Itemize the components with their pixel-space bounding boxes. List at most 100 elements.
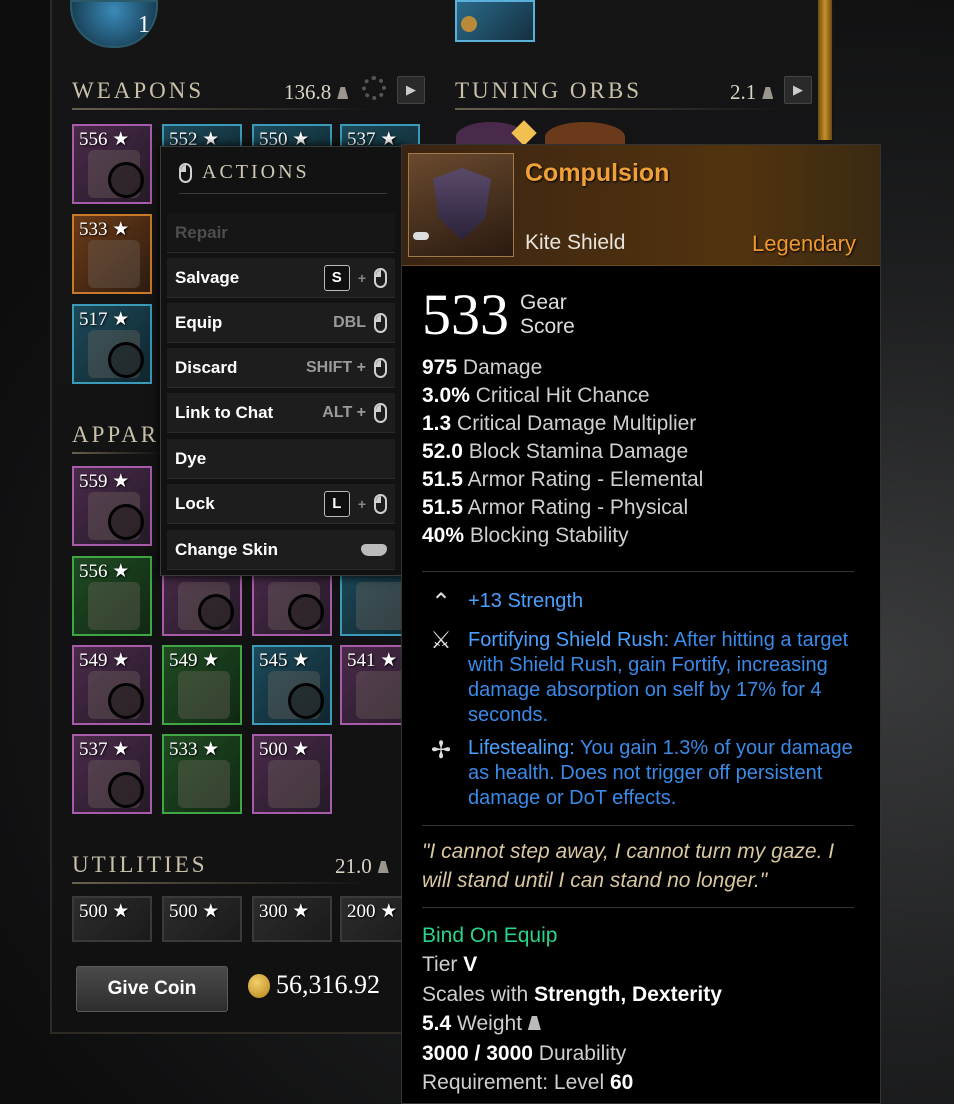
item-ring <box>108 683 144 719</box>
weapons-expand-button[interactable]: ▶ <box>397 76 425 104</box>
item-icon <box>408 153 514 257</box>
gear-score-value: 533 <box>422 282 509 347</box>
tuning-orbs-section-title: TUNING ORBS <box>455 78 642 103</box>
action-link-to-chat[interactable]: Link to Chat ALT + <box>167 393 395 433</box>
stat-row: 51.5 Armor Rating - Physical <box>422 496 688 520</box>
action-equip[interactable]: Equip DBL <box>167 303 395 343</box>
action-salvage[interactable]: Salvage S + <box>167 258 395 298</box>
gear-score: 556 ★ <box>79 129 130 150</box>
stat-value: 1.3 <box>422 412 452 435</box>
attribute-up-icon: ⌃ <box>430 588 452 616</box>
weight-label: Weight <box>457 1012 523 1035</box>
stat-row: 3.0% Critical Hit Chance <box>422 384 650 408</box>
weapon-tile-selected[interactable]: 533 ★ <box>72 214 152 294</box>
gear-score: 517 ★ <box>79 309 130 330</box>
plus-sign: + <box>357 269 366 286</box>
action-hint: ALT + <box>322 402 387 423</box>
stat-value: 40% <box>422 524 465 547</box>
weapons-section-title: WEAPONS <box>72 78 205 103</box>
give-coin-button[interactable]: Give Coin <box>76 966 228 1012</box>
action-label: Repair <box>175 222 228 242</box>
apparel-tile[interactable]: 556 ★ <box>72 556 152 636</box>
item-name: Compulsion <box>525 159 670 187</box>
stat-value: 51.5 <box>422 468 463 491</box>
apparel-tile[interactable]: 537 ★ <box>72 734 152 814</box>
scrollbar-rail[interactable] <box>818 0 832 140</box>
flavor-text: "I cannot step away, I cannot turn my ga… <box>422 840 835 892</box>
apparel-section-title: APPAR <box>72 422 160 447</box>
tooltip-divider <box>422 571 854 572</box>
action-label: Lock <box>175 493 215 513</box>
action-change-skin[interactable]: Change Skin <box>167 530 395 570</box>
apparel-tile[interactable]: 559 ★ <box>72 466 152 546</box>
key-s: S <box>323 264 350 291</box>
weight-icon <box>337 87 349 99</box>
weapons-weight-value: 136.8 <box>284 80 332 104</box>
durability-label: Durability <box>538 1042 627 1065</box>
tuning-orbs-underline <box>455 108 785 110</box>
durability-value: 3000 / 3000 <box>422 1042 533 1065</box>
action-dye[interactable]: Dye <box>167 439 395 479</box>
apparel-tile[interactable]: 545 ★ <box>252 645 332 725</box>
weapon-tile[interactable]: 556 ★ <box>72 124 152 204</box>
weapons-underline <box>72 108 372 110</box>
action-hint: SHIFT + <box>306 357 387 378</box>
durability-row: 3000 / 3000 Durability <box>422 1042 626 1066</box>
coin-balance: 56,316.92 <box>276 970 380 999</box>
gear-icon[interactable] <box>362 76 386 100</box>
action-lock[interactable]: Lock L + <box>167 484 395 524</box>
stat-label: Block Stamina Damage <box>468 440 689 463</box>
stat-label: Damage <box>462 356 543 379</box>
crossed-swords-icon: ⚔ <box>430 626 452 654</box>
perk-name: Fortifying Shield Rush: <box>468 629 670 651</box>
apparel-tile[interactable]: 549 ★ <box>72 645 152 725</box>
gear-score: 533 ★ <box>79 219 130 240</box>
gear-score-label-line: Score <box>520 315 575 338</box>
stat-label: Armor Rating - Elemental <box>467 468 704 491</box>
gear-score: 549 ★ <box>169 650 220 671</box>
action-label: Equip <box>175 312 223 332</box>
item-rarity: Legendary <box>752 231 856 256</box>
perk-name: Lifestealing: <box>468 737 575 759</box>
actions-divider <box>179 193 387 194</box>
coin-icon <box>248 974 270 998</box>
requirement-level: 60 <box>609 1071 634 1094</box>
gear-score: 559 ★ <box>79 471 130 492</box>
utility-tile[interactable]: 500 ★ <box>72 896 152 942</box>
locked-item-slot[interactable] <box>455 0 535 42</box>
apparel-underline <box>72 452 162 454</box>
utilities-weight-value: 21.0 <box>335 854 372 878</box>
stat-row: 40% Blocking Stability <box>422 524 629 548</box>
action-hint: S + <box>323 264 387 291</box>
apparel-tile[interactable]: 549 ★ <box>162 645 242 725</box>
utility-tile[interactable]: 500 ★ <box>162 896 242 942</box>
weapons-weight: 136.8 <box>284 80 349 105</box>
stat-row: 1.3 Critical Damage Multiplier <box>422 412 696 436</box>
weapon-tile[interactable]: 517 ★ <box>72 304 152 384</box>
potion-count: 1 <box>138 12 150 38</box>
tooltip-divider <box>422 907 854 908</box>
lock-icon <box>461 16 477 32</box>
utilities-underline <box>72 882 372 884</box>
shield-icon <box>433 168 491 240</box>
gear-score: 533 ★ <box>169 739 220 760</box>
utility-tile[interactable]: 300 ★ <box>252 896 332 942</box>
apparel-tile[interactable]: 533 ★ <box>162 734 242 814</box>
hint-text: ALT + <box>322 403 366 421</box>
gear-score: 545 ★ <box>259 650 310 671</box>
action-discard[interactable]: Discard SHIFT + <box>167 348 395 388</box>
mask-icon <box>413 232 429 240</box>
apparel-tile[interactable]: 500 ★ <box>252 734 332 814</box>
item-art <box>178 671 230 719</box>
item-ring <box>108 162 144 198</box>
lifesteal-icon: ✢ <box>430 736 452 764</box>
action-repair[interactable]: Repair <box>167 213 395 253</box>
requirement-level-label: Level <box>553 1071 605 1094</box>
weight-row: 5.4 Weight <box>422 1012 541 1036</box>
perk-fortifying-shield-rush: Fortifying Shield Rush: After hitting a … <box>468 628 868 728</box>
tuning-orbs-expand-button[interactable]: ▶ <box>784 76 812 104</box>
action-hint: L + <box>323 490 387 517</box>
item-type: Kite Shield <box>525 231 626 254</box>
actions-menu: ACTIONS Repair Salvage S + Equip DBL Disc… <box>160 146 406 576</box>
gear-score: 549 ★ <box>79 650 130 671</box>
